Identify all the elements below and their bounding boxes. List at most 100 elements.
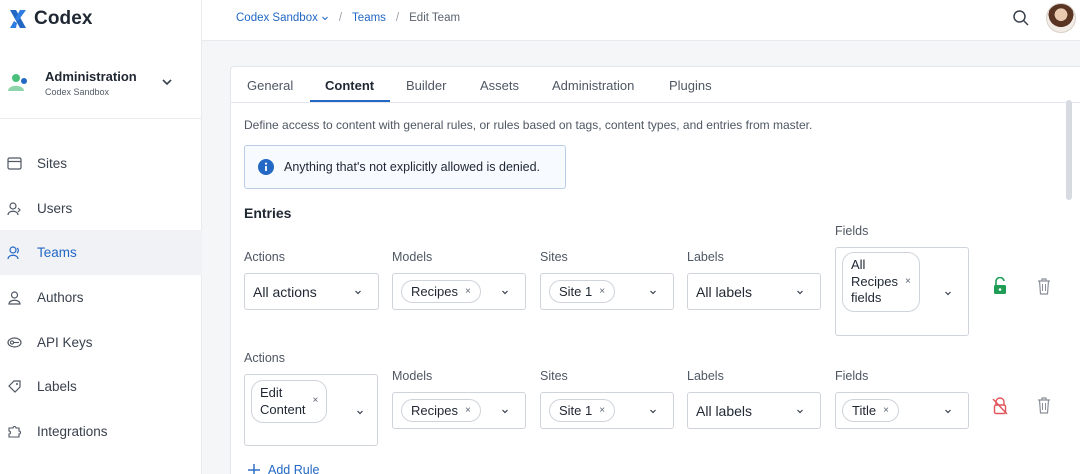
rule-1-actions-select[interactable]: All actions xyxy=(244,273,379,310)
tab-plugins[interactable]: Plugins xyxy=(669,78,712,93)
brand-name: Codex xyxy=(34,8,93,29)
sites-label: Sites xyxy=(540,250,568,264)
sidebar-item-label: API Keys xyxy=(37,334,93,350)
actions-label: Actions xyxy=(244,351,285,365)
remove-chip-icon[interactable]: × xyxy=(465,286,471,297)
user-avatar[interactable] xyxy=(1046,3,1076,33)
tab-content[interactable]: Content xyxy=(325,78,374,93)
site-chip: Site 1 × xyxy=(549,399,616,422)
brand[interactable]: Codex xyxy=(8,7,93,31)
chevron-down-icon xyxy=(945,409,951,413)
rule-2-fields-select[interactable]: Title × xyxy=(835,392,969,429)
trash-icon[interactable] xyxy=(1036,396,1052,414)
content-description: Define access to content with general ru… xyxy=(244,118,813,132)
remove-chip-icon[interactable]: × xyxy=(905,274,911,291)
models-label: Models xyxy=(392,369,433,383)
sidebar-item-integrations[interactable]: Integrations xyxy=(0,409,202,454)
models-label: Models xyxy=(392,250,433,264)
sidebar: Codex Administration Codex Sandbox Sites… xyxy=(0,0,202,474)
trash-icon[interactable] xyxy=(1036,277,1052,295)
chip-label: Recipes xyxy=(411,284,458,299)
entries-section-title: Entries xyxy=(244,205,292,221)
breadcrumb-teams[interactable]: Teams xyxy=(352,12,386,24)
tab-assets[interactable]: Assets xyxy=(480,78,519,93)
sidebar-nav: Sites Users Teams Authors API Keys Label… xyxy=(0,141,202,454)
rule-1-sites-select[interactable]: Site 1 × xyxy=(540,273,674,310)
org-subtitle: Codex Sandbox xyxy=(45,87,110,97)
field-chip: Title × xyxy=(842,399,899,422)
remove-chip-icon[interactable]: × xyxy=(313,393,319,410)
unlocked-icon[interactable] xyxy=(992,277,1008,295)
rule-2-models-select[interactable]: Recipes × xyxy=(392,392,526,429)
rule-1-labels-select[interactable]: All labels xyxy=(687,273,821,310)
chevron-down-icon xyxy=(355,290,361,294)
sidebar-item-label: Authors xyxy=(37,289,84,305)
team-content-panel: General Content Builder Assets Administr… xyxy=(230,66,1080,474)
rule-1-fields-select[interactable]: All Recipes fields × xyxy=(835,247,969,336)
sidebar-item-label: Teams xyxy=(37,245,77,261)
sidebar-item-users[interactable]: Users xyxy=(0,186,202,231)
chevron-down-icon xyxy=(502,290,508,294)
sidebar-item-label: Users xyxy=(37,200,73,216)
action-chip: Edit Content × xyxy=(251,380,328,423)
sidebar-item-labels[interactable]: Labels xyxy=(0,364,202,409)
search-icon[interactable] xyxy=(1012,9,1030,27)
users-icon xyxy=(7,201,22,216)
rule-2-actions-select[interactable]: Edit Content × xyxy=(244,374,378,446)
selected-value: All actions xyxy=(253,283,317,300)
chevron-down-icon xyxy=(797,409,803,413)
breadcrumb: Codex Sandbox / Teams / Edit Team xyxy=(236,12,460,24)
chevron-down-icon xyxy=(650,290,656,294)
chevron-down-icon[interactable] xyxy=(160,75,174,89)
tab-bar: General Content Builder Assets Administr… xyxy=(231,67,1080,103)
codex-logo-icon xyxy=(8,8,28,30)
team-avatar-icon xyxy=(8,74,27,91)
sidebar-item-teams[interactable]: Teams xyxy=(0,230,202,276)
sidebar-item-api-keys[interactable]: API Keys xyxy=(0,320,202,365)
remove-chip-icon[interactable]: × xyxy=(599,405,605,416)
chip-label: Title xyxy=(852,403,877,418)
chevron-down-icon[interactable] xyxy=(321,14,329,22)
tab-administration[interactable]: Administration xyxy=(552,78,634,93)
sites-icon xyxy=(7,156,22,171)
scrollbar-thumb[interactable] xyxy=(1066,100,1072,200)
labels-icon xyxy=(7,379,22,394)
sidebar-item-label: Sites xyxy=(37,155,68,171)
active-tab-indicator xyxy=(310,100,390,102)
chip-label: Recipes xyxy=(411,403,458,418)
site-chip: Site 1 × xyxy=(549,280,616,303)
locked-icon[interactable] xyxy=(992,397,1008,415)
model-chip: Recipes × xyxy=(401,399,481,422)
selected-value: All labels xyxy=(696,402,753,419)
chevron-down-icon xyxy=(945,291,951,296)
sidebar-item-sites[interactable]: Sites xyxy=(0,141,202,186)
sidebar-item-authors[interactable]: Authors xyxy=(0,275,202,320)
add-rule-button[interactable]: Add Rule xyxy=(248,463,319,474)
chip-label: All Recipes fields xyxy=(851,257,898,307)
chip-label-line: Content xyxy=(260,401,306,417)
breadcrumb-workspace[interactable]: Codex Sandbox xyxy=(236,12,318,24)
remove-chip-icon[interactable]: × xyxy=(883,405,889,416)
org-switcher[interactable]: Administration Codex Sandbox xyxy=(8,66,194,100)
remove-chip-icon[interactable]: × xyxy=(599,286,605,297)
chip-label-line: Recipes xyxy=(851,273,898,289)
sidebar-item-label: Integrations xyxy=(37,423,108,439)
info-notice: Anything that's not explicitly allowed i… xyxy=(244,145,566,189)
authors-icon xyxy=(7,290,22,305)
chevron-down-icon xyxy=(797,290,803,294)
chevron-down-icon xyxy=(650,409,656,413)
rule-2-sites-select[interactable]: Site 1 × xyxy=(540,392,674,429)
tab-general[interactable]: General xyxy=(247,78,293,93)
rule-1-models-select[interactable]: Recipes × xyxy=(392,273,526,310)
selected-value: All labels xyxy=(696,283,753,300)
chevron-down-icon xyxy=(357,410,363,415)
teams-icon xyxy=(7,245,22,260)
labels-label: Labels xyxy=(687,369,724,383)
remove-chip-icon[interactable]: × xyxy=(465,405,471,416)
chip-label-line: All xyxy=(851,257,866,272)
tab-builder[interactable]: Builder xyxy=(406,78,446,93)
rule-2-labels-select[interactable]: All labels xyxy=(687,392,821,429)
field-chip: All Recipes fields × xyxy=(842,252,920,312)
chevron-down-icon xyxy=(502,409,508,413)
breadcrumb-current: Edit Team xyxy=(409,12,461,24)
